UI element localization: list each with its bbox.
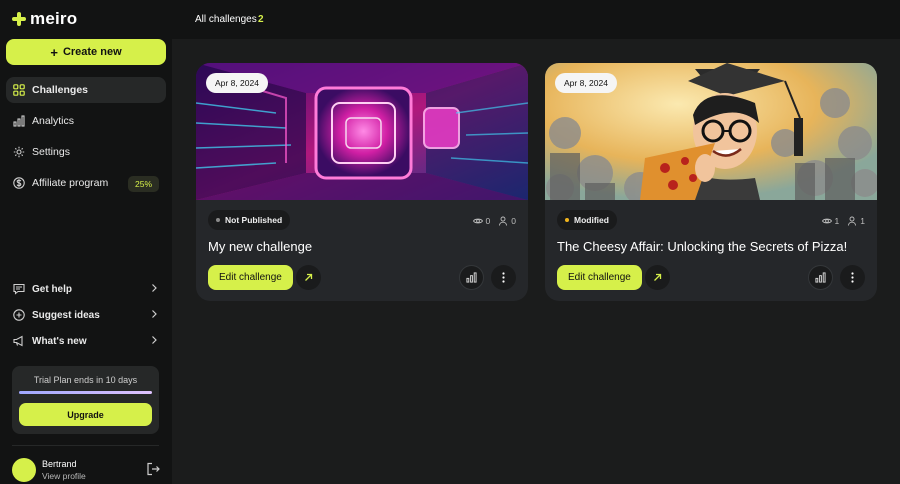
- trial-progress-bar: [19, 391, 152, 394]
- sidebar-nav: Challenges Analytics Settings Affiliate …: [6, 77, 166, 201]
- challenge-title[interactable]: My new challenge: [208, 239, 312, 254]
- page-title: All challenges: [195, 14, 257, 25]
- views-count: 1: [834, 216, 840, 226]
- bar-chart-icon: [815, 272, 826, 283]
- participants-stat: 1: [847, 216, 865, 226]
- divider: [12, 445, 159, 446]
- plus-circle-icon: [13, 309, 25, 321]
- user-icon: [499, 216, 508, 226]
- edit-challenge-button[interactable]: Edit challenge: [208, 265, 293, 290]
- bar-chart-icon: [13, 115, 25, 127]
- challenge-cover-image: Apr 8, 2024: [545, 63, 877, 200]
- challenge-card[interactable]: Apr 8, 2024 Not Published 0 0 My new cha…: [196, 63, 528, 301]
- sidebar: meiro + Create new Challenges Analytics …: [0, 0, 172, 484]
- analytics-button[interactable]: [808, 265, 833, 290]
- card-stats: 0 0: [472, 216, 516, 226]
- megaphone-icon: [13, 335, 25, 347]
- analytics-button[interactable]: [459, 265, 484, 290]
- create-new-label: Create new: [62, 46, 122, 58]
- date-badge: Apr 8, 2024: [206, 73, 268, 93]
- views-stat: 0: [472, 216, 491, 226]
- grid-icon: [13, 84, 25, 96]
- create-new-button[interactable]: + Create new: [6, 39, 166, 65]
- sidebar-item-get-help[interactable]: Get help: [6, 278, 166, 300]
- sidebar-item-label: What's new: [32, 335, 87, 347]
- more-options-button[interactable]: [491, 265, 516, 290]
- logo-mark-icon: [12, 12, 26, 26]
- chat-icon: [13, 283, 25, 295]
- sidebar-item-label: Suggest ideas: [32, 309, 100, 321]
- sidebar-item-label: Get help: [32, 283, 73, 295]
- sidebar-item-label: Settings: [32, 146, 70, 158]
- challenge-title[interactable]: The Cheesy Affair: Unlocking the Secrets…: [557, 239, 847, 254]
- sidebar-item-affiliate-program[interactable]: Affiliate program 25%: [6, 170, 166, 196]
- status-label: Not Published: [225, 215, 283, 225]
- sidebar-item-label: Affiliate program: [32, 177, 109, 189]
- more-vertical-icon: [502, 272, 505, 283]
- challenge-card[interactable]: Apr 8, 2024 Modified 1 1 The Cheesy Affa…: [545, 63, 877, 301]
- sidebar-item-whats-new[interactable]: What's new: [6, 330, 166, 352]
- sidebar-item-challenges[interactable]: Challenges: [6, 77, 166, 103]
- trial-text: Trial Plan ends in 10 days: [33, 375, 138, 385]
- status-label: Modified: [574, 215, 609, 225]
- sidebar-item-analytics[interactable]: Analytics: [6, 108, 166, 134]
- views-stat: 1: [821, 216, 840, 226]
- date-badge: Apr 8, 2024: [555, 73, 617, 93]
- trial-panel: Trial Plan ends in 10 days Upgrade: [12, 366, 159, 434]
- sidebar-item-label: Challenges: [32, 84, 89, 96]
- header-bar: All challenges 2: [172, 0, 900, 39]
- challenge-cover-image: Apr 8, 2024: [196, 63, 528, 200]
- logout-icon[interactable]: [146, 462, 160, 476]
- avatar[interactable]: [12, 458, 36, 482]
- sidebar-item-settings[interactable]: Settings: [6, 139, 166, 165]
- logo-text: meiro: [30, 9, 78, 28]
- chevron-right-icon: [152, 284, 157, 292]
- card-stats: 1 1: [821, 216, 865, 226]
- more-options-button[interactable]: [840, 265, 865, 290]
- participants-count: 0: [511, 216, 516, 226]
- brand-logo[interactable]: meiro: [12, 9, 78, 28]
- affiliate-badge: 25%: [127, 176, 159, 192]
- sidebar-item-suggest-ideas[interactable]: Suggest ideas: [6, 304, 166, 326]
- help-links: Get help Suggest ideas What's new: [6, 278, 166, 356]
- status-dot: [216, 218, 220, 222]
- open-challenge-button[interactable]: [296, 265, 321, 290]
- arrow-up-right-icon: [654, 273, 662, 281]
- arrow-up-right-icon: [305, 273, 313, 281]
- open-challenge-button[interactable]: [645, 265, 670, 290]
- gear-icon: [13, 146, 25, 158]
- eye-icon: [821, 218, 832, 224]
- user-name: Bertrand: [42, 459, 77, 469]
- plus-icon: +: [50, 44, 58, 60]
- eye-icon: [472, 218, 483, 224]
- status-badge: Modified: [557, 210, 617, 230]
- sidebar-item-label: Analytics: [32, 115, 75, 127]
- chevron-right-icon: [152, 310, 157, 318]
- user-profile: Bertrand View profile: [12, 457, 162, 483]
- bar-chart-icon: [466, 272, 477, 283]
- more-vertical-icon: [851, 272, 854, 283]
- upgrade-button[interactable]: Upgrade: [19, 403, 152, 426]
- participants-count: 1: [860, 216, 865, 226]
- user-icon: [848, 216, 857, 226]
- participants-stat: 0: [498, 216, 516, 226]
- challenge-count: 2: [258, 14, 264, 25]
- edit-challenge-button[interactable]: Edit challenge: [557, 265, 642, 290]
- chevron-right-icon: [152, 336, 157, 344]
- view-profile-link[interactable]: View profile: [42, 471, 86, 481]
- views-count: 0: [485, 216, 491, 226]
- dollar-icon: [13, 177, 25, 189]
- status-dot: [565, 218, 569, 222]
- status-badge: Not Published: [208, 210, 291, 230]
